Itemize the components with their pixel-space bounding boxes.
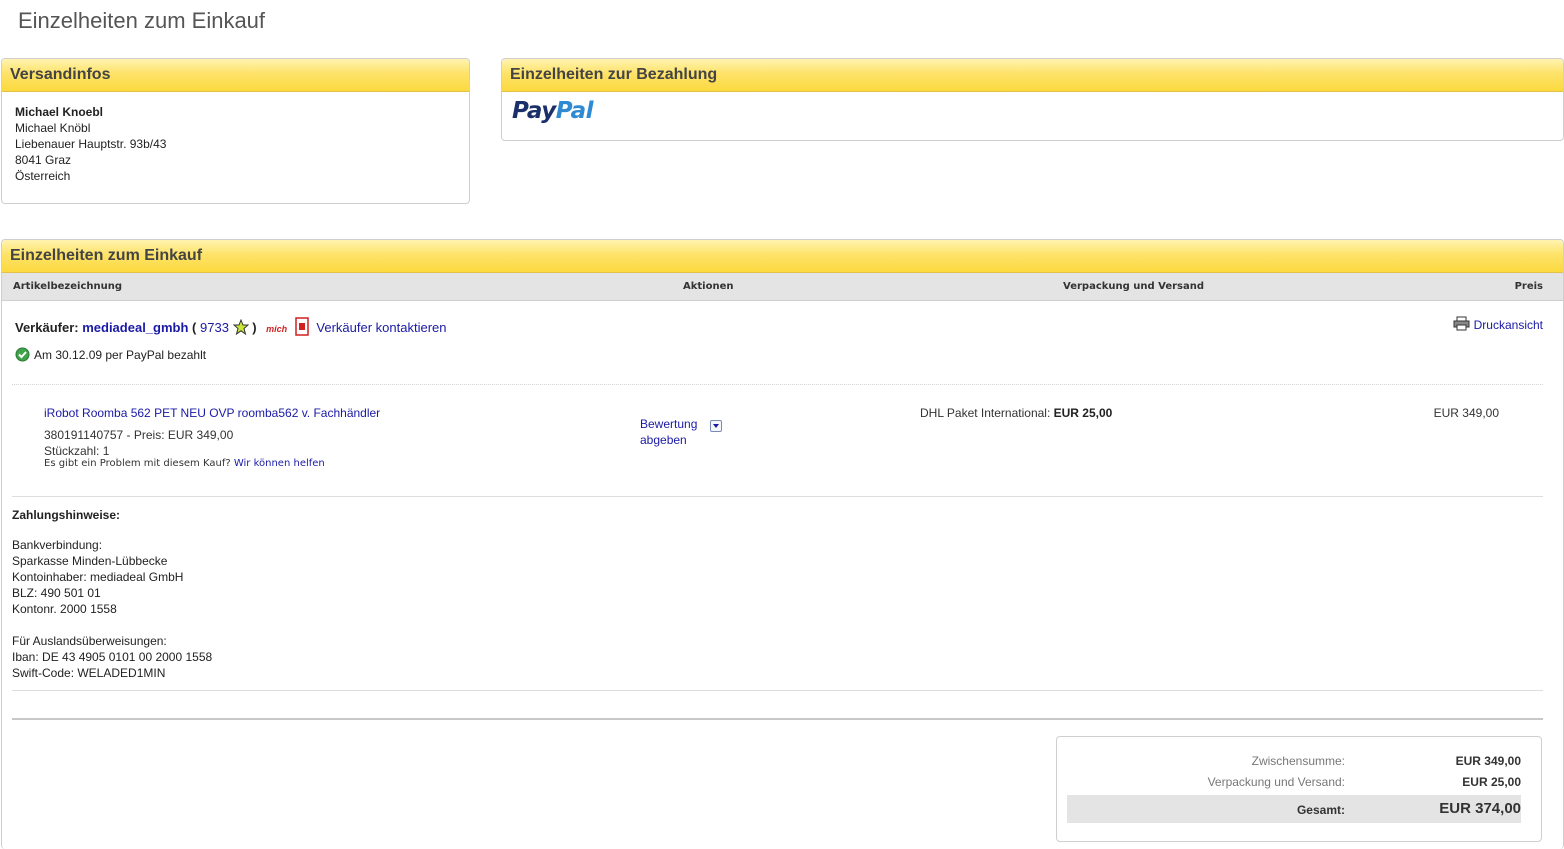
grand-total-value: EUR 374,00	[1439, 800, 1521, 817]
help-link[interactable]: Wir können helfen	[234, 458, 325, 469]
shipping-method: DHL Paket International: EUR 25,00	[920, 406, 1112, 420]
payment-note-line: Kontoinhaber: mediadeal GmbH	[12, 570, 184, 584]
address-line: 8041 Graz	[15, 153, 72, 167]
leave-feedback-line1[interactable]: Bewertung	[640, 416, 697, 432]
address-line: Michael Knöbl	[15, 121, 91, 135]
leave-feedback-line2[interactable]: abgeben	[640, 432, 697, 448]
shipping-method-name: DHL Paket International:	[920, 406, 1051, 420]
print-view-link[interactable]: Druckansicht	[1474, 318, 1543, 332]
divider	[12, 690, 1543, 691]
leave-feedback-link[interactable]: Bewertung abgeben	[640, 416, 697, 448]
actions-dropdown-icon[interactable]	[710, 420, 722, 432]
payment-note-line: Swift-Code: WELADED1MIN	[12, 666, 166, 680]
item-id-price: 380191140757 - Preis: EUR 349,00	[44, 428, 234, 442]
seller-score-close: )	[252, 320, 257, 335]
item-title-link[interactable]: iRobot Roomba 562 PET NEU OVP roomba562 …	[44, 406, 380, 420]
column-header-shipping: Verpackung und Versand	[1063, 281, 1205, 292]
grand-total-row: Gesamt: EUR 374,00	[1067, 795, 1521, 823]
printer-icon	[1453, 316, 1470, 334]
shipping-total-value: EUR 25,00	[1462, 775, 1521, 789]
item-row: iRobot Roomba 562 PET NEU OVP roomba562 …	[44, 406, 380, 420]
seller-score-link[interactable]: 9733	[200, 320, 229, 335]
paypal-logo: PayPal	[512, 98, 594, 124]
address-line: Österreich	[15, 169, 71, 183]
paid-status-text: Am 30.12.09 per PayPal bezahlt	[34, 348, 207, 362]
paypal-logo-part2: Pal	[555, 98, 594, 124]
payment-panel: Einzelheiten zur Bezahlung PayPal	[501, 58, 1564, 141]
star-icon	[232, 318, 249, 338]
column-header-price: Preis	[1514, 281, 1543, 292]
shipping-address: Michael Knoebl Michael Knöbl Liebenauer …	[2, 92, 469, 196]
address-line: Liebenauer Hauptstr. 93b/43	[15, 137, 167, 151]
seller-name-link[interactable]: mediadeal_gmbh	[82, 320, 188, 335]
item-quantity: Stückzahl: 1	[44, 444, 110, 458]
payment-panel-header: Einzelheiten zur Bezahlung	[502, 59, 1563, 92]
contact-seller-link[interactable]: Verkäufer kontaktieren	[316, 320, 446, 335]
page-title: Einzelheiten zum Einkauf	[18, 8, 266, 33]
shipping-total-label: Verpackung und Versand:	[1207, 775, 1345, 789]
subtotal-label: Zwischensumme:	[1251, 754, 1345, 768]
item-price: EUR 349,00	[1433, 406, 1499, 420]
divider	[12, 718, 1543, 720]
shipping-panel-header: Versandinfos	[2, 59, 469, 92]
grand-total-label: Gesamt:	[1296, 803, 1345, 817]
me-badge-icon: mich	[266, 324, 288, 334]
payment-note-line	[12, 617, 212, 633]
paypal-logo-part1: Pay	[512, 98, 556, 124]
seller-info: Verkäufer: mediadeal_gmbh ( 9733 ) mich …	[15, 317, 447, 339]
table-header: Artikelbezeichnung Aktionen Verpackung u…	[2, 273, 1563, 301]
seller-score-open: (	[192, 320, 197, 335]
payment-note-line: Sparkasse Minden-Lübbecke	[12, 554, 168, 568]
problem-help: Es gibt ein Problem mit diesem Kauf? Wir…	[44, 458, 325, 469]
seller-label: Verkäufer:	[15, 320, 79, 335]
item-details: 380191140757 - Preis: EUR 349,00 Stückza…	[44, 427, 233, 459]
check-icon	[15, 347, 30, 365]
payment-note-line: Für Auslandsüberweisungen:	[12, 634, 167, 648]
payment-note-line: BLZ: 490 501 01	[12, 586, 101, 600]
column-header-item: Artikelbezeichnung	[13, 281, 123, 292]
payment-note-line: Kontonr. 2000 1558	[12, 602, 117, 616]
payment-notes: Bankverbindung: Sparkasse Minden-Lübbeck…	[12, 537, 212, 681]
recipient-name: Michael Knoebl	[15, 105, 104, 119]
shipping-panel: Versandinfos Michael Knoebl Michael Knöb…	[1, 58, 470, 204]
subtotal-value: EUR 349,00	[1455, 754, 1521, 768]
order-totals: Zwischensumme: EUR 349,00 Verpackung und…	[1056, 736, 1542, 842]
problem-text: Es gibt ein Problem mit diesem Kauf?	[44, 458, 231, 469]
payment-note-line: Iban: DE 43 4905 0101 00 2000 1558	[12, 650, 213, 664]
payment-status: Am 30.12.09 per PayPal bezahlt	[15, 347, 206, 365]
shipping-method-cost: EUR 25,00	[1053, 406, 1113, 420]
contact-icon	[295, 317, 309, 339]
payment-notes-title: Zahlungshinweise:	[12, 508, 121, 522]
purchase-panel-header: Einzelheiten zum Einkauf	[2, 240, 1563, 273]
divider	[12, 384, 1543, 385]
column-header-actions: Aktionen	[683, 281, 734, 292]
payment-note-line: Bankverbindung:	[12, 538, 103, 552]
print-view[interactable]: Druckansicht	[1453, 316, 1543, 334]
divider	[12, 496, 1543, 497]
